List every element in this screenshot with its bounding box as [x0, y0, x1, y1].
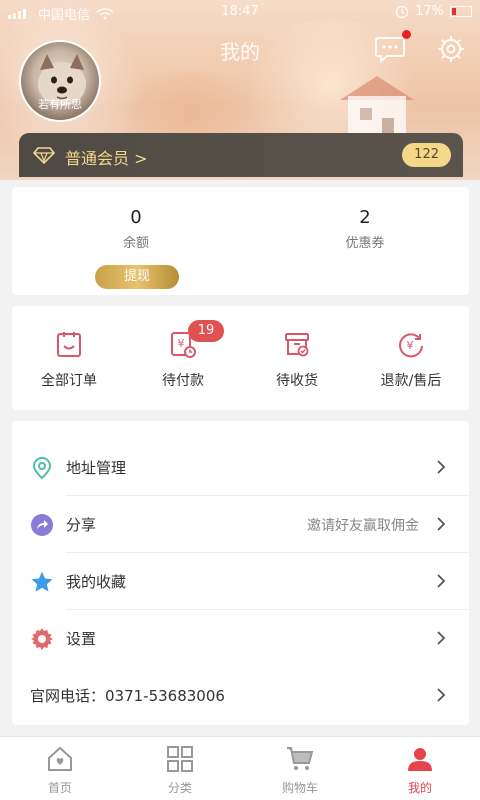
gear-icon: [31, 628, 53, 650]
withdraw-button[interactable]: 提现: [95, 265, 179, 289]
order-pending-receipt[interactable]: 待收货: [240, 306, 354, 410]
order-refund[interactable]: ¥ 退款/售后: [354, 306, 468, 410]
username: 若有所思: [38, 98, 82, 111]
menu-favorites-label: 我的收藏: [66, 573, 127, 591]
battery-percent: 17%: [415, 4, 444, 19]
order-list-icon: [57, 332, 81, 357]
avatar[interactable]: 若有所思: [19, 40, 101, 122]
menu-share[interactable]: 分享 邀请好友赢取佣金: [12, 496, 469, 553]
order-all[interactable]: 全部订单: [12, 306, 126, 410]
balance-value: 0: [130, 207, 142, 228]
tab-mine-label: 我的: [407, 781, 432, 795]
tab-mine[interactable]: 我的: [360, 737, 480, 800]
orders-card: 全部订单 ¥ 19 待付款 待收货 ¥ 退款/售后: [12, 306, 469, 410]
chevron-right-icon: [437, 574, 446, 588]
category-icon: [167, 746, 193, 772]
battery-icon: [450, 6, 472, 17]
menu-share-label: 分享: [66, 516, 97, 534]
share-icon: [31, 514, 53, 536]
chevron-right-icon: [437, 688, 446, 702]
pending-payment-badge: 19: [188, 320, 224, 342]
order-refund-label: 退款/售后: [380, 373, 442, 389]
alarm-icon: [395, 5, 409, 18]
diamond-icon: [33, 147, 55, 164]
bottom-nav: 首页 分类 购物车 我的: [0, 736, 480, 800]
status-bar: 中国电信 18:47 17%: [0, 0, 480, 24]
tab-home-label: 首页: [47, 781, 72, 795]
svg-text:¥: ¥: [178, 337, 185, 350]
tab-cart-label: 购物车: [281, 781, 318, 795]
svg-text:¥: ¥: [407, 339, 414, 352]
coupon-stat[interactable]: 2 优惠券: [265, 207, 465, 251]
chevron-right-icon: [437, 631, 446, 645]
tab-category[interactable]: 分类: [120, 737, 240, 800]
order-pending-payment[interactable]: ¥ 19 待付款: [126, 306, 240, 410]
points-badge: 122: [402, 143, 451, 167]
star-icon: [31, 571, 53, 592]
menu-address[interactable]: 地址管理: [12, 439, 469, 496]
home-icon: [48, 746, 72, 771]
coupon-label: 优惠券: [345, 236, 385, 251]
balance-card: 0 余额 2 优惠券 提现: [12, 187, 469, 295]
house-illustration-window: [360, 108, 372, 120]
menu-address-label: 地址管理: [66, 459, 127, 477]
tab-home[interactable]: 首页: [0, 737, 120, 800]
coupon-value: 2: [359, 207, 371, 228]
tab-cart[interactable]: 购物车: [240, 737, 360, 800]
member-level-label: 普通会员 >: [65, 149, 148, 168]
menu-settings-label: 设置: [66, 630, 97, 648]
message-icon[interactable]: [374, 34, 406, 64]
unread-dot: [402, 30, 411, 39]
chevron-right-icon: [437, 460, 446, 474]
location-icon: [32, 456, 52, 480]
phone-label: 官网电话：0371-53683006: [30, 687, 225, 705]
tab-category-label: 分类: [167, 781, 192, 795]
menu-favorites[interactable]: 我的收藏: [12, 553, 469, 610]
balance-stat[interactable]: 0 余额: [36, 207, 236, 251]
status-right: 17%: [395, 4, 472, 19]
member-level-bar[interactable]: 普通会员 > 122: [19, 133, 463, 177]
cart-icon: [287, 747, 314, 770]
order-pending-receipt-label: 待收货: [276, 373, 318, 389]
profile-header: 中国电信 18:47 17% 我的 若有所思 普通会员 > 122: [0, 0, 480, 180]
order-pending-payment-label: 待付款: [162, 373, 204, 389]
refund-icon: ¥: [399, 333, 423, 358]
settings-icon[interactable]: [436, 34, 466, 64]
menu-phone[interactable]: 官网电话：0371-53683006: [12, 667, 469, 724]
pending-receipt-icon: [285, 333, 309, 357]
menu-card: 地址管理 分享 邀请好友赢取佣金 我的收藏 设置 官网电话：0371-53683…: [12, 421, 469, 725]
user-icon: [408, 748, 432, 771]
order-all-label: 全部订单: [41, 373, 97, 389]
chevron-right-icon: [437, 517, 446, 531]
balance-label: 余额: [122, 236, 149, 251]
menu-settings[interactable]: 设置: [12, 610, 469, 667]
share-hint: 邀请好友赢取佣金: [307, 518, 419, 534]
